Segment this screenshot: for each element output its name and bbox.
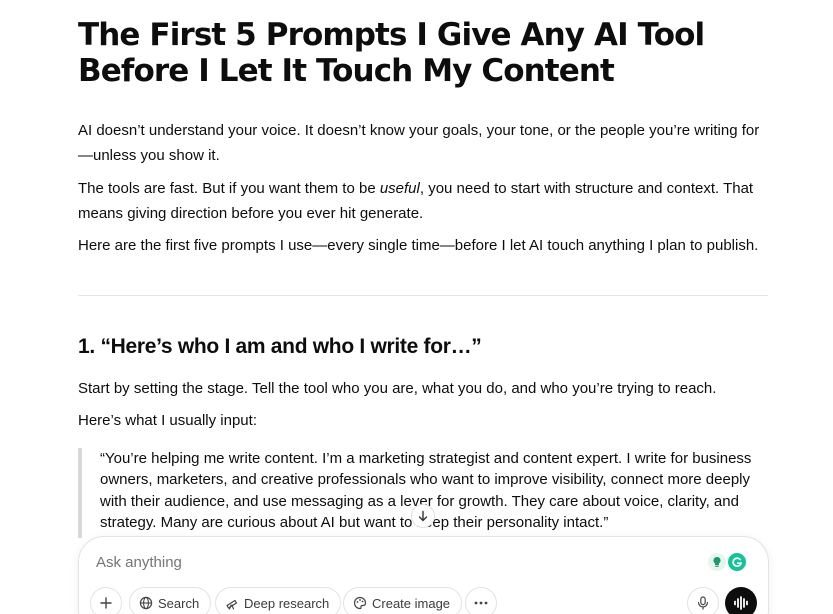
section-heading-1: 1. “Here’s who I am and who I write for…… bbox=[78, 335, 482, 358]
arrow-down-icon bbox=[418, 510, 428, 522]
create-image-label: Create image bbox=[372, 595, 451, 611]
intro-paragraph-2: The tools are fast. But if you want them… bbox=[78, 176, 768, 226]
create-image-button[interactable]: Create image bbox=[343, 587, 463, 614]
message-composer: Search Deep research Create image bbox=[78, 536, 769, 614]
section-1-lead-in: Here’s what I usually input: bbox=[78, 412, 257, 429]
more-tools-button[interactable] bbox=[465, 587, 497, 614]
intro-2-emphasis: useful bbox=[379, 180, 420, 197]
page-title: The First 5 Prompts I Give Any AI Tool B… bbox=[78, 17, 705, 89]
dictate-button[interactable] bbox=[687, 587, 719, 614]
globe-icon bbox=[139, 596, 153, 610]
scroll-to-bottom-button[interactable] bbox=[411, 504, 435, 528]
intro-paragraph-1: AI doesn’t understand your voice. It doe… bbox=[78, 122, 760, 164]
palette-icon bbox=[353, 596, 367, 610]
lightbulb-icon[interactable] bbox=[708, 553, 726, 571]
voice-waveform-icon bbox=[734, 596, 748, 610]
ellipsis-icon bbox=[474, 601, 488, 605]
plus-icon bbox=[100, 597, 112, 609]
search-label: Search bbox=[158, 595, 200, 611]
add-attachment-button[interactable] bbox=[90, 587, 122, 614]
section-1-body: Start by setting the stage. Tell the too… bbox=[78, 380, 717, 397]
deep-research-label: Deep research bbox=[244, 595, 330, 611]
prompt-input[interactable] bbox=[96, 554, 656, 571]
deep-research-button[interactable]: Deep research bbox=[215, 587, 342, 614]
grammarly-icon[interactable] bbox=[728, 553, 746, 571]
search-button[interactable]: Search bbox=[129, 587, 212, 614]
section-divider bbox=[78, 295, 768, 296]
voice-mode-button[interactable] bbox=[725, 587, 757, 614]
microphone-icon bbox=[698, 596, 708, 610]
telescope-icon bbox=[226, 599, 238, 610]
intro-paragraph-3: Here are the first five prompts I use—ev… bbox=[78, 237, 759, 254]
intro-2-text-a: The tools are fast. But if you want them… bbox=[78, 180, 380, 197]
